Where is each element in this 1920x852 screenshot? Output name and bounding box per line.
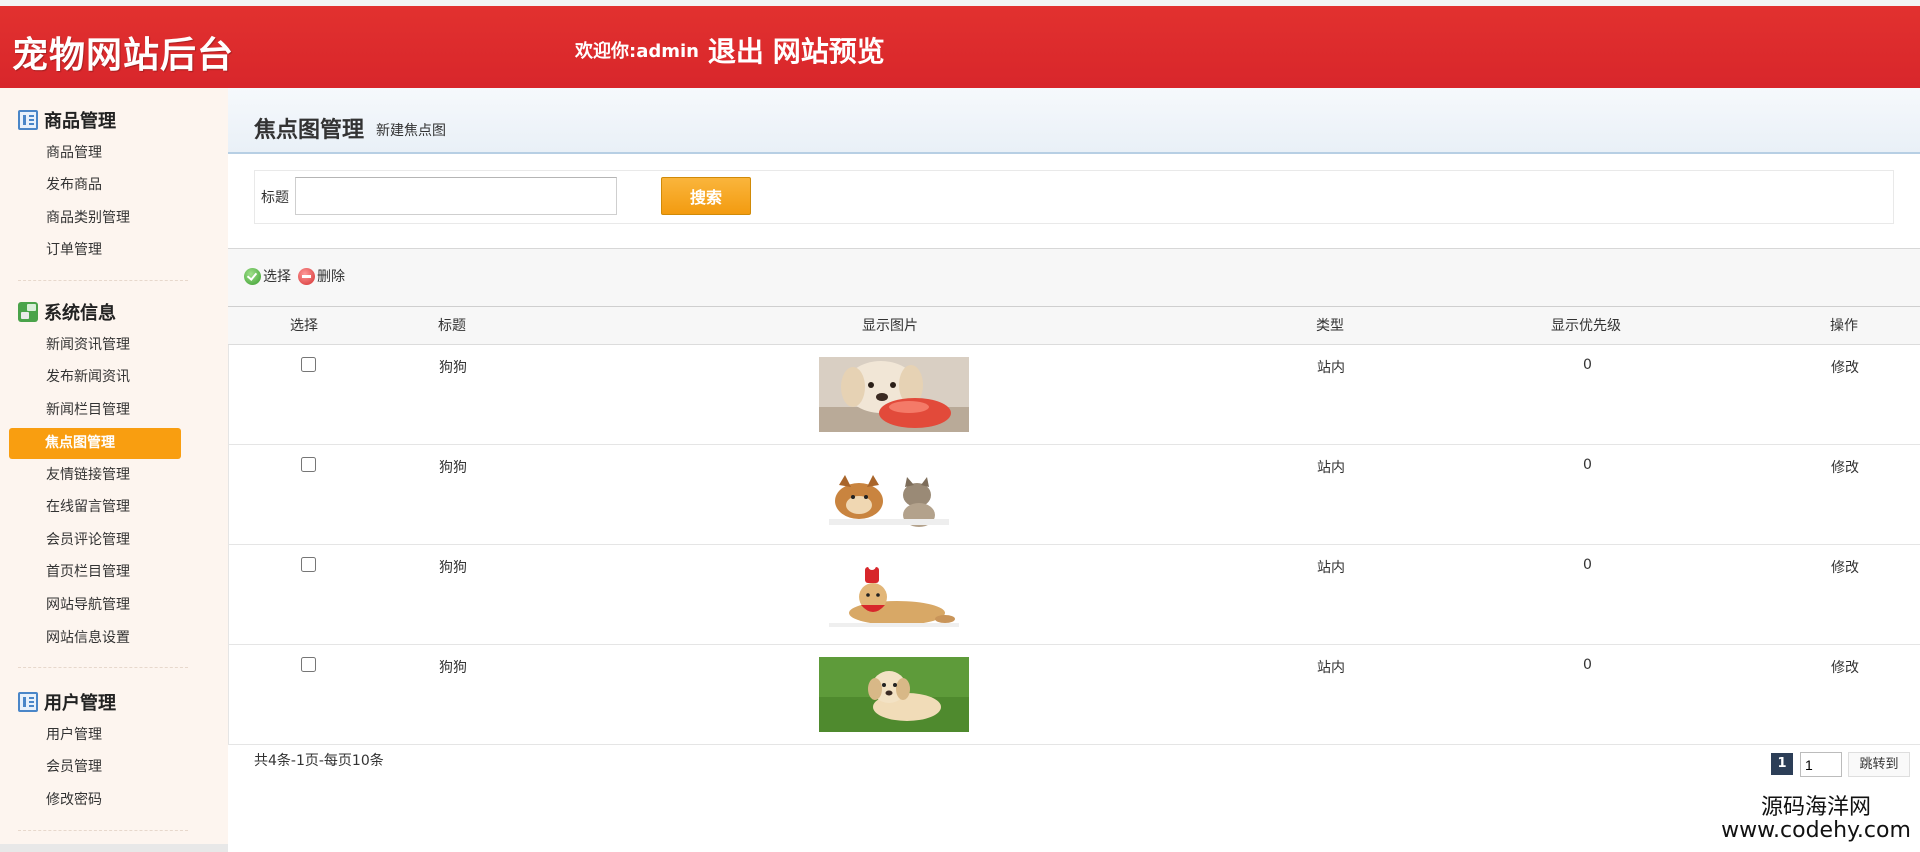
- sidebar-item-publish-goods[interactable]: 发布商品: [46, 174, 102, 196]
- row-checkbox[interactable]: [301, 657, 316, 672]
- logout-link[interactable]: 退出: [708, 35, 764, 68]
- page-title: 焦点图管理: [254, 118, 365, 143]
- pagination-page-input[interactable]: [1800, 752, 1842, 777]
- nav-group-title: 商品管理: [18, 108, 116, 132]
- sidebar-item-goods-manage[interactable]: 商品管理: [46, 142, 102, 164]
- table-row: 狗狗 站内 0 修改: [228, 545, 1920, 645]
- sidebar-item-site-nav[interactable]: 网站导航管理: [46, 594, 130, 616]
- nav-divider: [18, 830, 188, 831]
- sidebar-item-users[interactable]: 用户管理: [46, 724, 102, 746]
- golden-retriever-with-toy-photo: [819, 357, 969, 432]
- sidebar-item-site-settings[interactable]: 网站信息设置: [46, 627, 130, 649]
- header: 宠物网站后台 欢迎你:admin 退出 网站预览: [0, 6, 1920, 88]
- check-circle-icon: [244, 267, 261, 285]
- new-focus-image-link[interactable]: 新建焦点图: [376, 120, 446, 140]
- delete-button[interactable]: 删除: [298, 266, 345, 286]
- column-header-image: 显示图片: [862, 318, 918, 334]
- sidebar-footer: [0, 844, 228, 852]
- sidebar-item-publish-news[interactable]: 发布新闻资讯: [46, 366, 130, 388]
- table-row: 狗狗 站内 0 修改: [228, 645, 1920, 745]
- row-title: 狗狗: [439, 660, 467, 676]
- nav-group-title: 用户管理: [18, 690, 116, 714]
- sidebar-item-friend-links[interactable]: 友情链接管理: [46, 464, 130, 486]
- sidebar-item-focus-images[interactable]: 焦点图管理: [9, 428, 181, 459]
- welcome-text: 欢迎你:admin: [575, 41, 699, 62]
- nav-divider: [18, 280, 188, 281]
- main-content: 焦点图管理 新建焦点图 标题 搜索 选择 删除 选择 标题 显示图片 类型 显示…: [228, 88, 1920, 852]
- row-title: 狗狗: [439, 560, 467, 576]
- row-type: 站内: [1317, 560, 1345, 576]
- header-user-area: 欢迎你:admin 退出 网站预览: [575, 30, 885, 70]
- search-input[interactable]: [295, 177, 617, 215]
- table-header: 选择 标题 显示图片 类型 显示优先级 操作: [228, 307, 1920, 345]
- nav-divider: [18, 667, 188, 668]
- puppy-on-grass-photo: [819, 657, 969, 732]
- row-priority: 0: [1583, 357, 1592, 373]
- sidebar-item-news-columns[interactable]: 新闻栏目管理: [46, 399, 130, 421]
- dog-and-cat-photo: [819, 457, 969, 532]
- column-header-actions: 操作: [1830, 318, 1858, 334]
- sidebar-item-member-comments[interactable]: 会员评论管理: [46, 529, 130, 551]
- table-row: 狗狗 站内 0 修改: [228, 345, 1920, 445]
- system-info-icon: [18, 302, 38, 322]
- watermark: 源码海洋网 www.codehy.com: [1712, 796, 1920, 842]
- row-priority: 0: [1583, 457, 1592, 473]
- edit-link[interactable]: 修改: [1831, 357, 1859, 377]
- sidebar-item-goods-category[interactable]: 商品类别管理: [46, 207, 130, 229]
- sidebar-item-home-columns[interactable]: 首页栏目管理: [46, 561, 130, 583]
- column-header-priority: 显示优先级: [1551, 318, 1621, 334]
- focus-image-table: 选择 标题 显示图片 类型 显示优先级 操作 狗狗 站内 0 修改 狗狗 站内 …: [228, 306, 1920, 745]
- row-type: 站内: [1317, 460, 1345, 476]
- row-title: 狗狗: [439, 360, 467, 376]
- select-all-button[interactable]: 选择: [244, 266, 291, 286]
- page-header: 焦点图管理 新建焦点图: [228, 88, 1920, 154]
- sidebar-item-change-password[interactable]: 修改密码: [46, 789, 102, 811]
- search-button[interactable]: 搜索: [661, 177, 751, 215]
- pagination-summary: 共4条-1页-每页10条: [254, 753, 384, 769]
- retriever-with-hat-photo: [819, 557, 969, 632]
- pagination-current-page[interactable]: 1: [1771, 753, 1793, 775]
- column-header-select: 选择: [290, 318, 318, 334]
- edit-link[interactable]: 修改: [1831, 657, 1859, 677]
- table-toolbar: 选择 删除: [228, 248, 1920, 306]
- watermark-line2: www.codehy.com: [1721, 818, 1911, 844]
- list-icon: [18, 110, 38, 130]
- sidebar-item-members[interactable]: 会员管理: [46, 756, 102, 778]
- row-checkbox[interactable]: [301, 357, 316, 372]
- edit-link[interactable]: 修改: [1831, 557, 1859, 577]
- row-title: 狗狗: [439, 460, 467, 476]
- pagination-jump-button[interactable]: 跳转到: [1848, 752, 1910, 777]
- minus-circle-icon: [298, 267, 315, 285]
- edit-link[interactable]: 修改: [1831, 457, 1859, 477]
- site-preview-link[interactable]: 网站预览: [773, 35, 885, 68]
- nav-group-title: 系统信息: [18, 300, 116, 324]
- site-logo: 宠物网站后台: [12, 35, 235, 76]
- sidebar-item-news-manage[interactable]: 新闻资讯管理: [46, 334, 130, 356]
- row-type: 站内: [1317, 360, 1345, 376]
- row-priority: 0: [1583, 657, 1592, 673]
- list-icon: [18, 692, 38, 712]
- row-checkbox[interactable]: [301, 557, 316, 572]
- sidebar-item-messages[interactable]: 在线留言管理: [46, 496, 130, 518]
- sidebar: 商品管理 商品管理 发布商品 商品类别管理 订单管理 系统信息 新闻资讯管理 发…: [0, 88, 228, 852]
- table-row: 狗狗 站内 0 修改: [228, 445, 1920, 545]
- sidebar-item-orders[interactable]: 订单管理: [46, 239, 102, 261]
- row-checkbox[interactable]: [301, 457, 316, 472]
- column-header-title: 标题: [438, 318, 466, 334]
- row-type: 站内: [1317, 660, 1345, 676]
- search-panel: 标题 搜索: [254, 170, 1894, 224]
- column-header-type: 类型: [1316, 318, 1344, 334]
- row-priority: 0: [1583, 557, 1592, 573]
- search-label: 标题: [261, 190, 289, 206]
- watermark-line1: 源码海洋网: [1760, 795, 1871, 820]
